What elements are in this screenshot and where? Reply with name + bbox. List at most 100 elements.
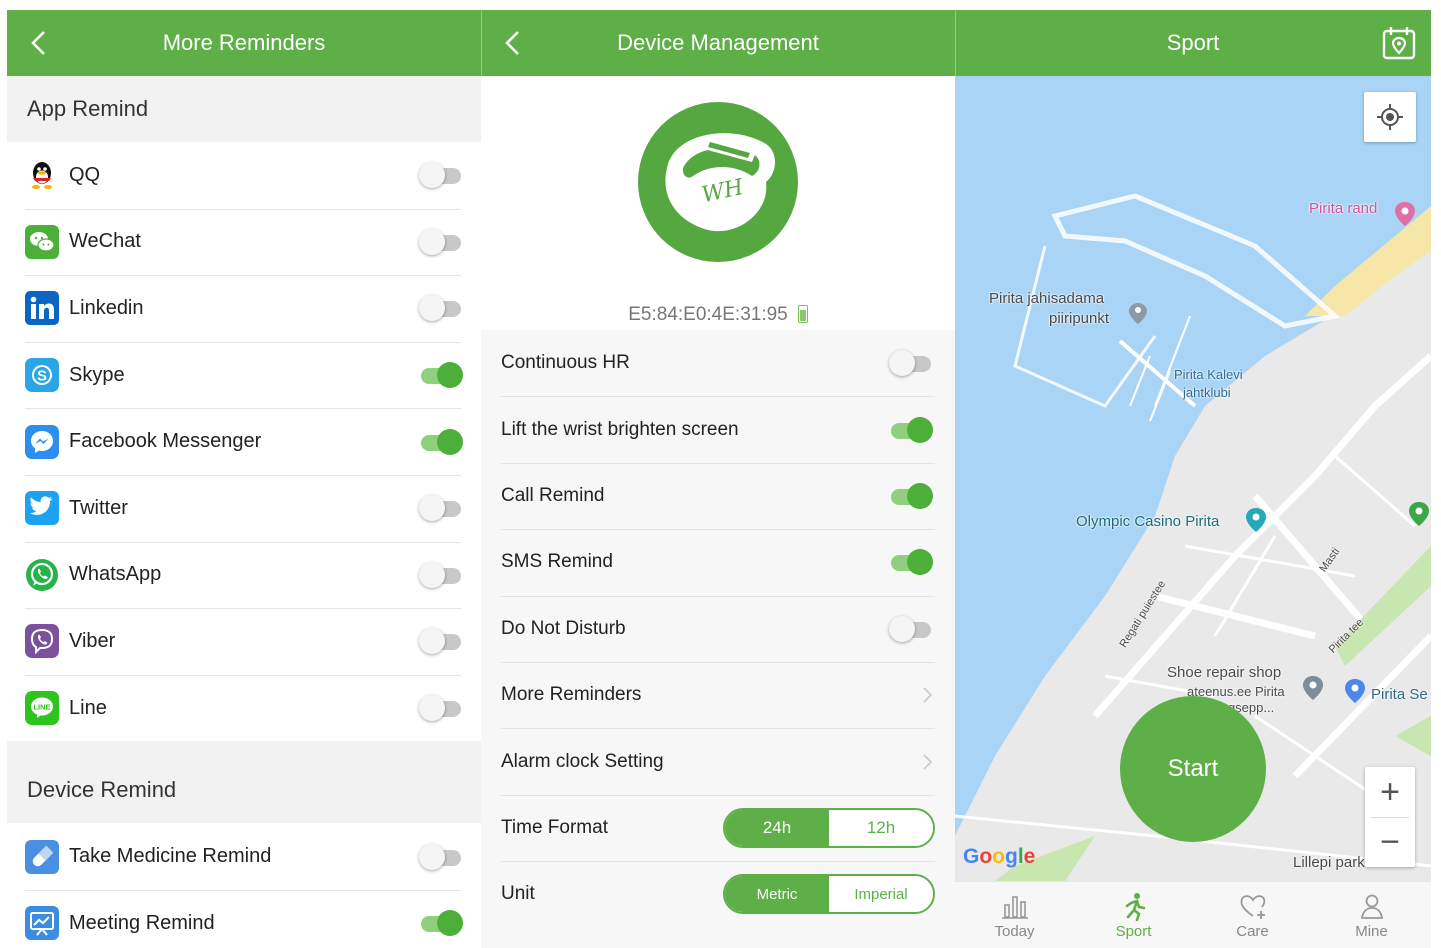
bar-chart-icon — [1001, 895, 1028, 919]
map-label: piiripunkt — [1049, 310, 1110, 327]
toggle-twitter[interactable] — [419, 495, 463, 522]
unit-metric[interactable]: Metric — [725, 876, 829, 913]
device-settings-list: Continuous HR Lift the wrist brighten scr… — [481, 330, 955, 928]
reminder-label: Take Medicine Remind — [69, 845, 272, 868]
wechat-icon — [25, 224, 59, 259]
setting-row-alarm-clock-setting[interactable]: Alarm clock Setting — [481, 728, 955, 794]
device-remind-list: Take Medicine Remind Meeting Remind — [7, 823, 481, 948]
reminder-label: Skype — [69, 363, 125, 386]
setting-label: Lift the wrist brighten screen — [501, 418, 739, 440]
toggle-sms-remind[interactable] — [889, 549, 933, 576]
setting-row-more-reminders[interactable]: More Reminders — [481, 661, 955, 728]
setting-label: Alarm clock Setting — [501, 750, 664, 772]
page-title: Device Management — [617, 30, 819, 55]
time-format-row: Time Format 24h 12h — [481, 794, 955, 861]
setting-label: Call Remind — [501, 484, 605, 506]
toggle-viber[interactable] — [419, 628, 463, 655]
setting-label: More Reminders — [501, 684, 642, 706]
toggle-qq[interactable] — [419, 162, 463, 189]
device-header: WH E5:84:E0:4E:31:95 — [481, 76, 955, 330]
toggle-do-not-disturb[interactable] — [889, 615, 933, 642]
chevron-right-icon — [923, 753, 933, 770]
setting-row-continuous-hr: Continuous HR — [481, 330, 955, 396]
reminder-row-twitter: Twitter — [7, 474, 481, 542]
setting-row-lift-the-wrist-brighten-screen: Lift the wrist brighten screen — [481, 396, 955, 462]
chevron-right-icon — [923, 687, 933, 703]
reminder-label: WeChat — [69, 230, 141, 253]
reminder-label: Viber — [69, 629, 116, 652]
reminder-row-skype: S Skype — [7, 341, 481, 409]
map-label: Olympic Casino Pirita — [1076, 513, 1220, 530]
tab-sport[interactable]: Sport — [1074, 882, 1193, 948]
time-format-24h[interactable]: 24h — [725, 809, 829, 846]
tab-today[interactable]: Today — [955, 882, 1074, 948]
back-arrow-icon[interactable] — [499, 28, 529, 58]
unit-row: Unit Metric Imperial — [481, 861, 955, 927]
top-bar: Sport — [955, 10, 1431, 76]
reminder-label: Line — [69, 696, 107, 719]
toggle-meeting-remind[interactable] — [419, 910, 463, 937]
section-header-app-remind: App Remind — [7, 76, 481, 142]
line-icon: LINE — [25, 691, 59, 726]
setting-row-call-remind: Call Remind — [481, 462, 955, 529]
setting-label: Continuous HR — [501, 352, 630, 374]
time-format-12h[interactable]: 12h — [829, 809, 933, 846]
viber-icon — [25, 624, 59, 659]
svg-text:LINE: LINE — [33, 703, 50, 712]
reminder-row-linkedin: Linkedin — [7, 275, 481, 342]
reminder-row-line: LINE Line — [7, 674, 481, 742]
app-remind-list: QQ WeChat Linkedin S Skype Facebook Messenger… — [7, 142, 481, 742]
tab-care[interactable]: Care — [1193, 882, 1312, 948]
meeting-icon — [25, 906, 59, 941]
reminder-label: WhatsApp — [69, 563, 162, 586]
toggle-continuous-hr[interactable] — [889, 350, 933, 377]
map-view[interactable]: Pirita rand Pirita jahisadama piiripunkt… — [955, 76, 1431, 881]
unit-imperial[interactable]: Imperial — [829, 876, 933, 913]
reminder-row-facebook-messenger: Facebook Messenger — [7, 408, 481, 475]
toggle-whatsapp[interactable] — [419, 561, 463, 588]
my-location-button[interactable] — [1364, 92, 1416, 142]
toggle-wechat[interactable] — [419, 228, 463, 255]
toggle-call-remind[interactable] — [889, 482, 933, 509]
start-button[interactable]: Start — [1120, 696, 1266, 842]
reminder-row-wechat: WeChat — [7, 208, 481, 276]
reminder-row-whatsapp: WhatsApp — [7, 541, 481, 609]
reminder-label: QQ — [69, 163, 101, 186]
medicine-icon — [25, 839, 59, 874]
top-bar: More Reminders — [7, 10, 481, 76]
reminder-row-meeting-remind: Meeting Remind — [7, 889, 481, 948]
whatsapp-icon — [25, 558, 59, 592]
back-arrow-icon[interactable] — [25, 28, 55, 58]
section-header-device-remind: Device Remind — [7, 757, 481, 824]
reminder-row-take-medicine-remind: Take Medicine Remind — [7, 823, 481, 890]
twitter-icon — [25, 491, 59, 526]
device-management-screen: Device Management WH E5:84:E0:4E:31:95 C… — [481, 10, 955, 948]
map-label: jahtklubi — [1183, 385, 1231, 400]
toggle-line[interactable] — [419, 695, 463, 722]
toggle-lift-the-wrist-brighten-screen[interactable] — [889, 416, 933, 443]
heart-plus-icon — [1240, 894, 1265, 919]
device-logo-icon: WH — [638, 102, 798, 262]
map-label: Pirita jahisadama — [989, 290, 1105, 307]
reminder-label: Twitter — [69, 496, 128, 519]
reminder-row-qq: QQ — [7, 142, 481, 209]
zoom-out-button[interactable]: − — [1365, 818, 1415, 867]
toggle-facebook-messenger[interactable] — [419, 428, 463, 455]
crosshair-icon — [1377, 104, 1403, 130]
zoom-in-button[interactable]: + — [1365, 767, 1415, 817]
tab-mine[interactable]: Mine — [1312, 882, 1431, 948]
page-title: More Reminders — [162, 30, 326, 55]
person-icon — [1360, 894, 1383, 919]
toggle-linkedin[interactable] — [419, 295, 463, 322]
running-icon — [1125, 892, 1145, 921]
calendar-location-icon[interactable] — [1381, 25, 1417, 61]
more-reminders-screen: More Reminders App Remind QQ WeChat Linked… — [7, 10, 481, 948]
time-format-segment: 24h 12h — [723, 807, 935, 848]
google-logo: Google — [963, 845, 1036, 868]
toggle-take-medicine-remind[interactable] — [419, 843, 463, 870]
toggle-skype[interactable] — [419, 362, 463, 389]
map-label: Pirita rand — [1309, 200, 1378, 217]
setting-label: SMS Remind — [501, 551, 613, 573]
zoom-controls: + − — [1365, 767, 1415, 867]
reminder-label: Linkedin — [69, 296, 144, 319]
